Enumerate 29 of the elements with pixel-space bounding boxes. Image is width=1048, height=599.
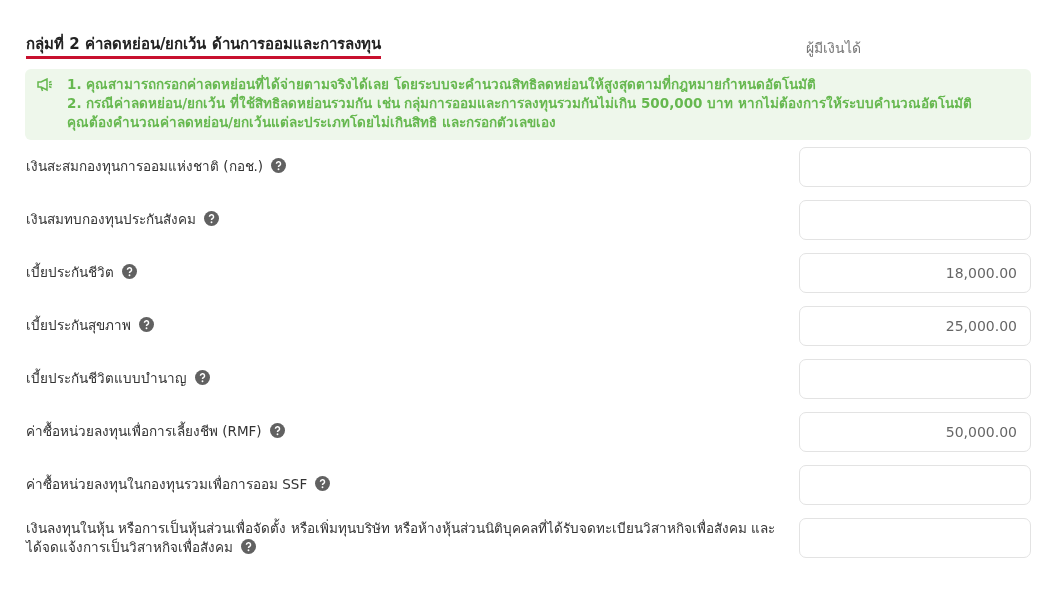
- help-icon[interactable]: [271, 158, 287, 173]
- megaphone-icon: [37, 78, 53, 92]
- amount-field[interactable]: [799, 517, 1031, 558]
- field-label: เบี้ยประกันสุขภาพ: [26, 316, 154, 335]
- amount-field[interactable]: [799, 146, 1031, 187]
- field-label: เบี้ยประกันชีวิตแบบบำนาญ: [26, 369, 210, 388]
- amount-field[interactable]: [799, 358, 1031, 399]
- help-icon[interactable]: [122, 264, 137, 279]
- help-icon[interactable]: [241, 538, 256, 554]
- amount-field[interactable]: 25,000.00: [799, 305, 1031, 346]
- section-title: กลุ่มที่ 2 ค่าลดหย่อน/ยกเว้น ด้านการออมและการลงทุน: [26, 34, 381, 59]
- field-label: ค่าซื้อหน่วยลงทุนในกองทุนรวมเพื่อการออม SSF: [26, 475, 331, 494]
- amount-field[interactable]: [799, 464, 1031, 505]
- amount-field[interactable]: 50,000.00: [799, 411, 1031, 452]
- field-label: เงินลงทุนในหุ้น หรือการเป็นหุ้นส่วนเพื่อจัดตั้ง หรือเพิ่มทุนบริษัท หรือห้างหุ้นส่วนนิติบุคคลที่ได้รับจดทะเบียนวิสาหกิจเพื่อสังคม และได้จดแจ้งการเป็นวิสาหกิจเพื่อสังคม: [26, 518, 777, 557]
- column-label: ผู้มีเงินได้: [806, 39, 861, 59]
- help-icon[interactable]: [195, 370, 210, 385]
- field-label: เงินสมทบกองทุนประกันสังคม: [26, 210, 219, 229]
- field-label: เงินสะสมกองทุนการออมแห่งชาติ (กอช.): [26, 157, 287, 176]
- amount-field[interactable]: 18,000.00: [799, 252, 1031, 293]
- field-label: ค่าซื้อหน่วยลงทุนเพื่อการเลี้ยงชีพ (RMF): [26, 422, 285, 441]
- amount-field[interactable]: [799, 199, 1031, 240]
- notice-text: 1. คุณสามารถกรอกค่าลดหย่อนที่ได้จ่ายตามจริงได้เลย โดยระบบจะคำนวณสิทธิลดหย่อนให้สูงสุดตามที่กฎหมายกำหนดอัตโนมัติ: [67, 75, 817, 94]
- help-icon[interactable]: [315, 476, 331, 491]
- field-label: เบี้ยประกันชีวิต: [26, 263, 137, 282]
- help-icon[interactable]: [269, 423, 285, 438]
- help-icon[interactable]: [139, 317, 154, 332]
- notice-text: 2. กรณีค่าลดหย่อน/ยกเว้น ที่ใช้สิทธิลดหย่อนรวมกัน เช่น กลุ่มการออมและการลงทุนรวมกันไม่เกิน 500,000 บาท หากไม่ต้องการให้ระบบคำนวณอัตโนมัติ คุณต้องคำนวณค่าลดหย่อน/ยกเว้นแต่ละประเภทโดยไม่เกินสิทธิ และกรอกตัวเลขเอง: [67, 94, 973, 132]
- help-icon[interactable]: [204, 211, 219, 226]
